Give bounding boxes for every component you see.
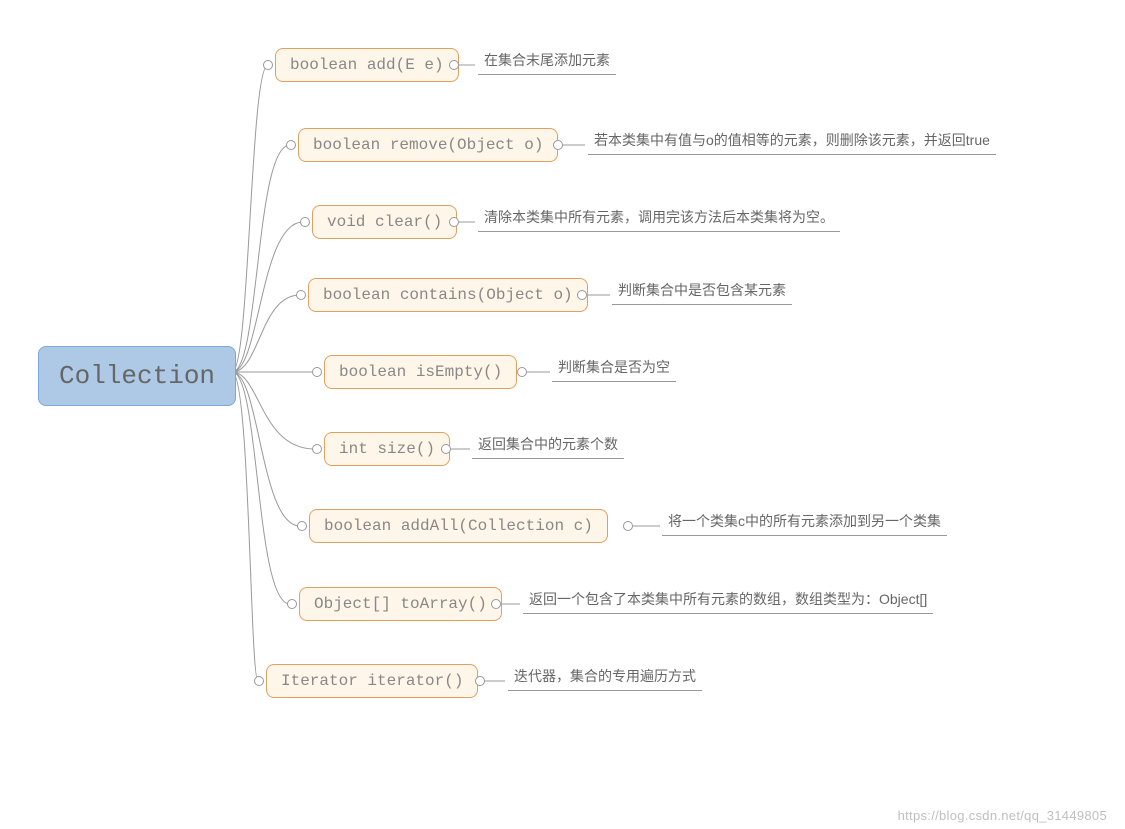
watermark: https://blog.csdn.net/qq_31449805 bbox=[898, 808, 1107, 823]
method-sig: boolean addAll(Collection c) bbox=[324, 517, 593, 535]
stub bbox=[449, 60, 459, 70]
method-sig: Iterator iterator() bbox=[281, 672, 463, 690]
stub bbox=[312, 367, 322, 377]
root-label: Collection bbox=[59, 361, 215, 391]
stub bbox=[300, 217, 310, 227]
stub bbox=[623, 521, 633, 531]
method-sig: boolean isEmpty() bbox=[339, 363, 502, 381]
method-sig: boolean contains(Object o) bbox=[323, 286, 573, 304]
desc-contains: 判断集合中是否包含某元素 bbox=[612, 280, 792, 305]
method-isempty: boolean isEmpty() bbox=[324, 355, 517, 389]
stub bbox=[297, 521, 307, 531]
desc-remove: 若本类集中有值与o的值相等的元素，则删除该元素，并返回true bbox=[588, 130, 996, 155]
stub bbox=[441, 444, 451, 454]
method-clear: void clear() bbox=[312, 205, 457, 239]
desc-clear: 清除本类集中所有元素，调用完该方法后本类集将为空。 bbox=[478, 207, 840, 232]
method-toarray: Object[] toArray() bbox=[299, 587, 502, 621]
stub bbox=[491, 599, 501, 609]
connectors-svg bbox=[0, 0, 1125, 829]
root-collection: Collection bbox=[38, 346, 236, 406]
method-add: boolean add(E e) bbox=[275, 48, 459, 82]
stub bbox=[553, 140, 563, 150]
stub bbox=[312, 444, 322, 454]
stub bbox=[517, 367, 527, 377]
stub bbox=[577, 290, 587, 300]
stub bbox=[449, 217, 459, 227]
method-size: int size() bbox=[324, 432, 450, 466]
desc-iterator: 迭代器，集合的专用遍历方式 bbox=[508, 666, 702, 691]
method-sig: Object[] toArray() bbox=[314, 595, 487, 613]
stub bbox=[263, 60, 273, 70]
desc-add: 在集合末尾添加元素 bbox=[478, 50, 616, 75]
method-sig: boolean add(E e) bbox=[290, 56, 444, 74]
method-sig: int size() bbox=[339, 440, 435, 458]
stub bbox=[287, 599, 297, 609]
desc-size: 返回集合中的元素个数 bbox=[472, 434, 624, 459]
method-sig: boolean remove(Object o) bbox=[313, 136, 543, 154]
stub bbox=[254, 676, 264, 686]
stub bbox=[286, 140, 296, 150]
method-sig: void clear() bbox=[327, 213, 442, 231]
stub bbox=[296, 290, 306, 300]
desc-addall: 将一个类集c中的所有元素添加到另一个类集 bbox=[662, 511, 947, 536]
stub bbox=[475, 676, 485, 686]
method-remove: boolean remove(Object o) bbox=[298, 128, 558, 162]
desc-toarray: 返回一个包含了本类集中所有元素的数组，数组类型为：Object[] bbox=[523, 589, 933, 614]
desc-isempty: 判断集合是否为空 bbox=[552, 357, 676, 382]
method-iterator: Iterator iterator() bbox=[266, 664, 478, 698]
method-addall: boolean addAll(Collection c) bbox=[309, 509, 608, 543]
method-contains: boolean contains(Object o) bbox=[308, 278, 588, 312]
